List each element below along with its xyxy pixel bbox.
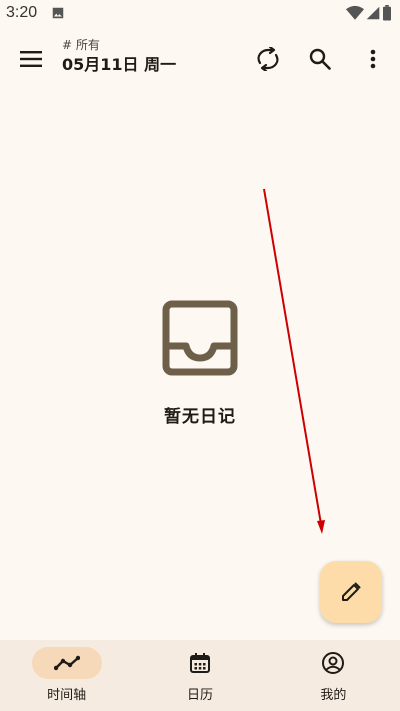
new-diary-fab[interactable]	[320, 561, 382, 623]
search-icon	[309, 48, 331, 70]
tag-filter-label: # 所有	[62, 38, 100, 52]
calendar-icon	[189, 653, 210, 673]
menu-button[interactable]	[14, 42, 48, 76]
title-block[interactable]: # 所有 05月11日 周一	[62, 38, 176, 75]
status-bar: 3:20	[0, 0, 400, 28]
nav-item-calendar[interactable]: 日历	[133, 640, 266, 711]
empty-state-text: 暂无日记	[164, 407, 236, 427]
app-bar: # 所有 05月11日 周一	[0, 28, 400, 90]
nav-label-profile: 我的	[320, 688, 347, 703]
edit-icon	[342, 582, 361, 601]
account-icon	[322, 652, 345, 674]
nav-item-timeline[interactable]: 时间轴	[0, 640, 133, 711]
status-time: 3:20	[6, 4, 38, 21]
bottom-navigation: 时间轴 日历 我的	[0, 640, 400, 711]
empty-state: 暂无日记	[0, 300, 400, 427]
image-icon	[52, 7, 64, 19]
page-title: 05月11日 周一	[62, 55, 177, 74]
signal-icon	[366, 6, 380, 20]
inbox-icon	[162, 300, 238, 376]
timeline-icon	[53, 655, 80, 671]
nav-item-profile[interactable]: 我的	[267, 640, 400, 711]
search-button[interactable]	[303, 42, 337, 76]
menu-icon	[20, 51, 42, 67]
nav-label-timeline: 时间轴	[47, 688, 87, 703]
sync-button[interactable]	[251, 42, 285, 76]
more-options-button[interactable]	[356, 42, 390, 76]
battery-icon	[383, 5, 391, 21]
sync-icon	[257, 47, 279, 71]
nav-active-indicator	[31, 647, 102, 679]
status-icons	[346, 5, 392, 21]
wifi-icon	[346, 5, 364, 20]
more-vert-icon	[370, 49, 376, 69]
nav-label-calendar: 日历	[186, 688, 213, 703]
